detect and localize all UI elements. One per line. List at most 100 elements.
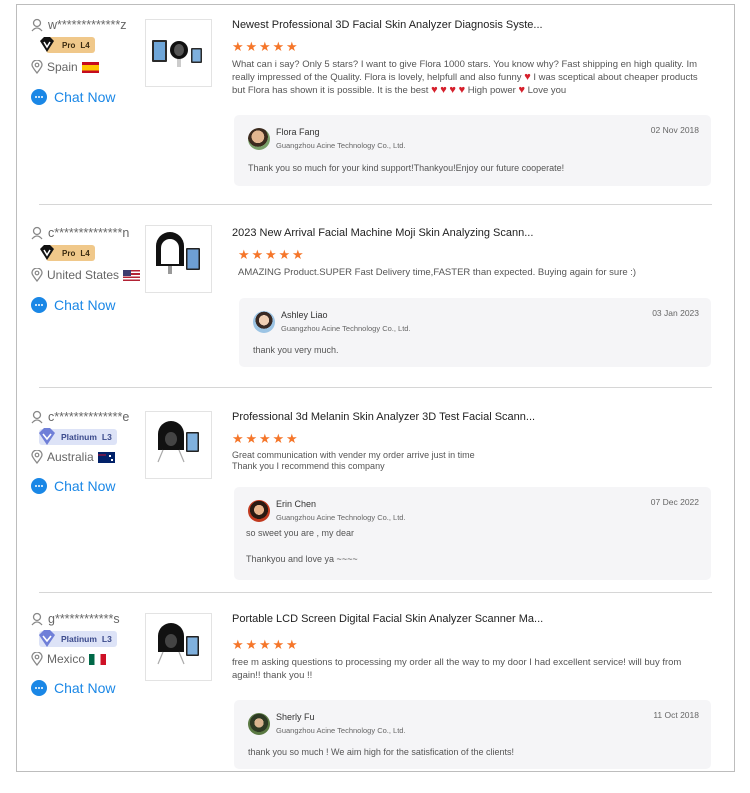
product-title[interactable]: 2023 New Arrival Facial Machine Moji Ski… xyxy=(232,227,712,241)
star-icon: ★ xyxy=(286,637,298,652)
seller-avatar xyxy=(248,499,270,522)
chat-now-button[interactable]: Chat Now xyxy=(31,89,151,105)
usa-flag-icon xyxy=(123,269,141,281)
star-icon: ★ xyxy=(245,637,258,652)
user-icon xyxy=(31,226,43,240)
divider xyxy=(39,387,712,388)
seller-name: Erin Chen xyxy=(276,499,317,509)
user-icon xyxy=(31,18,43,32)
star-icon: ★ xyxy=(272,637,285,652)
chat-icon xyxy=(31,89,47,105)
chat-icon xyxy=(31,297,47,313)
spain-flag-icon xyxy=(81,61,99,73)
reply-message-line2: Thankyou and love ya ~~~~ xyxy=(246,554,358,564)
seller-company: Guangzhou Acine Technology Co., Ltd. xyxy=(276,141,406,150)
diamond-badge-icon xyxy=(40,37,54,52)
platinum-diamond-icon xyxy=(39,428,55,445)
star-rating: ★ ★ ★ ★ ★ xyxy=(232,39,712,54)
divider xyxy=(39,204,712,205)
review-text: What can i say? Only 5 stars? I want to … xyxy=(232,59,698,96)
reply-date: 03 Jan 2023 xyxy=(652,308,699,318)
australia-flag-icon xyxy=(97,451,115,463)
star-icon: ★ xyxy=(278,247,291,262)
reviewer-name: g************s xyxy=(31,611,151,627)
mexico-flag-icon xyxy=(89,653,107,665)
chat-now-button[interactable]: Chat Now xyxy=(31,478,151,494)
product-title[interactable]: Professional 3d Melanin Skin Analyzer 3D… xyxy=(232,411,712,425)
reviews-panel: w*************z Pro L4 Spain Chat Now Ne… xyxy=(16,4,735,772)
location-pin-icon xyxy=(31,652,43,666)
reviewer-location: Australia xyxy=(31,450,151,464)
seller-company: Guangzhou Acine Technology Co., Ltd. xyxy=(276,726,406,735)
product-thumbnail[interactable] xyxy=(145,225,212,293)
location-pin-icon xyxy=(31,450,43,464)
star-icon: ★ xyxy=(259,431,271,446)
star-rating: ★ ★ ★ ★ ★ xyxy=(238,247,712,262)
reply-date: 11 Oct 2018 xyxy=(653,710,699,720)
star-icon: ★ xyxy=(286,431,298,446)
review-content: Professional 3d Melanin Skin Analyzer 3D… xyxy=(232,411,712,472)
seller-reply: Flora Fang Guangzhou Acine Technology Co… xyxy=(234,115,711,186)
star-icon: ★ xyxy=(232,39,244,54)
seller-company: Guangzhou Acine Technology Co., Ltd. xyxy=(281,324,411,333)
product-title[interactable]: Newest Professional 3D Facial Skin Analy… xyxy=(232,19,712,33)
star-icon: ★ xyxy=(272,39,285,54)
reviewer-name: w*************z xyxy=(31,17,151,33)
seller-name: Flora Fang xyxy=(276,127,320,137)
reply-date: 07 Dec 2022 xyxy=(650,497,699,507)
product-image xyxy=(156,232,200,274)
diamond-badge-icon xyxy=(40,245,54,260)
review-text: free m asking questions to processing my… xyxy=(232,657,682,681)
reviewer-info: g************s Platinum L3 Mexico Chat No… xyxy=(31,611,151,696)
star-icon: ★ xyxy=(286,39,298,54)
star-icon: ★ xyxy=(259,637,271,652)
reply-message: Thank you so much for your kind support!… xyxy=(248,163,565,173)
product-thumbnail[interactable] xyxy=(145,613,212,681)
level-badge: Platinum L3 xyxy=(39,428,117,445)
star-icon: ★ xyxy=(259,39,271,54)
user-icon xyxy=(31,410,43,424)
product-thumbnail[interactable] xyxy=(145,19,212,87)
reviewer-name: c**************e xyxy=(31,409,151,425)
reviewer-info: c**************n Pro L4 United States Cha… xyxy=(31,225,151,313)
product-title[interactable]: Portable LCD Screen Digital Facial Skin … xyxy=(232,613,712,627)
reply-message: so sweet you are , my dear xyxy=(246,528,355,538)
star-icon: ★ xyxy=(292,247,304,262)
seller-reply: Sherly Fu Guangzhou Acine Technology Co.… xyxy=(234,700,711,769)
level-badge: Platinum L3 xyxy=(39,630,117,647)
divider xyxy=(39,592,712,593)
chat-now-button[interactable]: Chat Now xyxy=(31,297,151,313)
reviewer-info: c**************e Platinum L3 Australia Ch… xyxy=(31,409,151,494)
seller-avatar xyxy=(248,712,270,735)
review-text: Great communication with vender my order… xyxy=(232,450,475,471)
seller-reply: Erin Chen Guangzhou Acine Technology Co.… xyxy=(234,487,711,580)
seller-name: Ashley Liao xyxy=(281,310,328,320)
platinum-diamond-icon xyxy=(39,630,55,647)
heart-icon: ♥ xyxy=(431,84,438,96)
star-icon: ★ xyxy=(265,247,277,262)
reviewer-location: Spain xyxy=(31,60,151,74)
reviewer-name: c**************n xyxy=(31,225,151,241)
review-content: Portable LCD Screen Digital Facial Skin … xyxy=(232,613,712,682)
seller-name: Sherly Fu xyxy=(276,712,315,722)
chat-icon xyxy=(31,478,47,494)
star-rating: ★ ★ ★ ★ ★ xyxy=(232,431,712,446)
review-content: Newest Professional 3D Facial Skin Analy… xyxy=(232,19,712,97)
reply-message: thank you very much. xyxy=(253,345,339,355)
seller-company: Guangzhou Acine Technology Co., Ltd. xyxy=(276,513,406,522)
seller-avatar xyxy=(248,127,270,150)
reviewer-location: Mexico xyxy=(31,652,151,666)
star-icon: ★ xyxy=(238,247,250,262)
chat-icon xyxy=(31,680,47,696)
product-image xyxy=(152,40,202,67)
seller-reply: Ashley Liao Guangzhou Acine Technology C… xyxy=(239,298,711,367)
product-thumbnail[interactable] xyxy=(145,411,212,479)
chat-now-button[interactable]: Chat Now xyxy=(31,680,151,696)
reviewer-info: w*************z Pro L4 Spain Chat Now xyxy=(31,17,151,105)
heart-icon: ♥ xyxy=(449,84,456,96)
reply-message: thank you so much ! We aim high for the … xyxy=(248,747,514,757)
star-icon: ★ xyxy=(245,39,258,54)
user-icon xyxy=(31,612,43,626)
reply-date: 02 Nov 2018 xyxy=(650,125,699,135)
star-icon: ★ xyxy=(245,431,258,446)
